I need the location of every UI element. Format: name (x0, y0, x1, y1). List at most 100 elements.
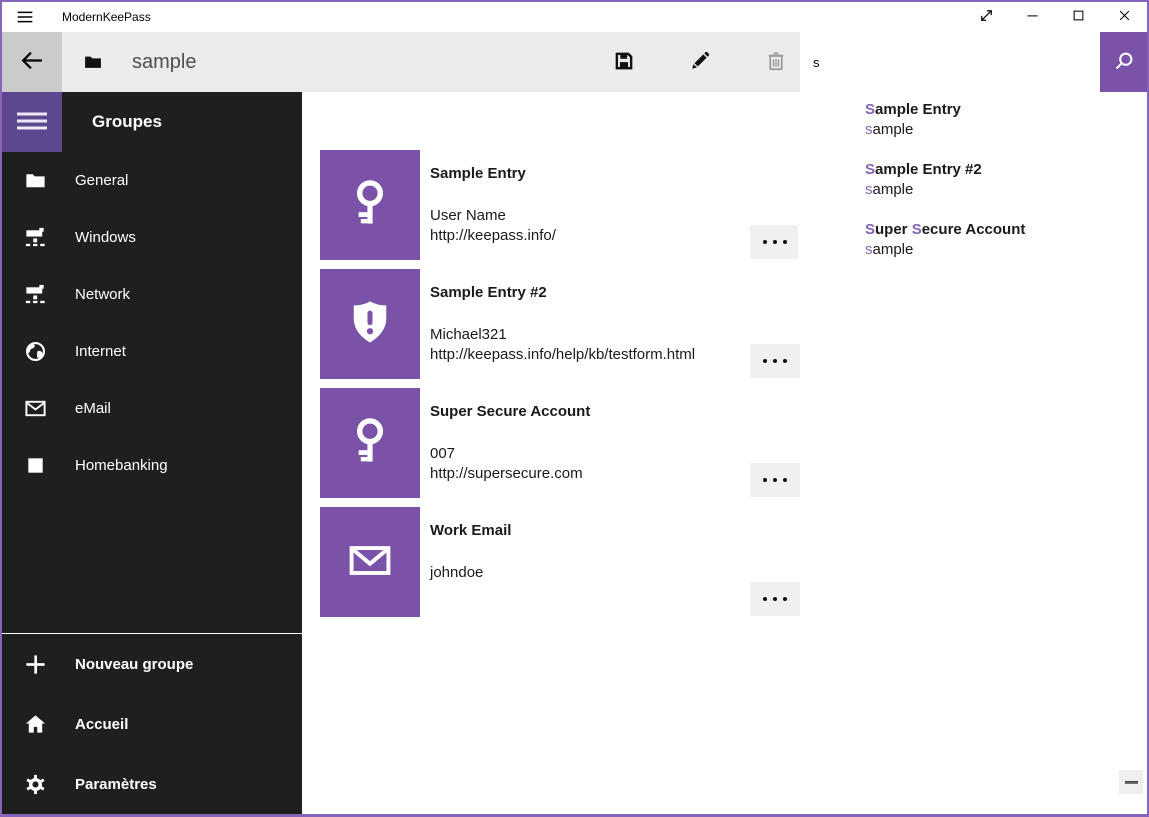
more-dot (773, 240, 777, 244)
search-input[interactable] (800, 32, 1100, 92)
entry-line: 007 (430, 444, 590, 464)
entry-title: Work Email (430, 521, 511, 541)
suggestion-subtitle-part: ample (873, 241, 914, 258)
entry-info: Work Email johndoe (430, 507, 511, 617)
suggestion-title-part: ecure Account (922, 221, 1026, 238)
suggestion-title-part: S (865, 161, 875, 178)
envelope-icon (24, 397, 47, 420)
sidebar-item-label: eMail (75, 400, 111, 417)
entry-line: http://keepass.info/help/kb/testform.htm… (430, 345, 695, 365)
semantic-zoom-out-button[interactable] (1119, 770, 1143, 794)
sidebar-item-label: Windows (75, 229, 136, 246)
entry-title: Super Secure Account (430, 402, 590, 422)
network-icon (24, 283, 47, 306)
entry-title: Sample Entry #2 (430, 283, 695, 303)
titlebar: ModernKeePass (2, 2, 1147, 32)
maximize-icon (1069, 6, 1088, 28)
entry-line: johndoe (430, 563, 511, 583)
minimize-icon (1023, 6, 1042, 28)
suggestion-title-part: S (912, 221, 922, 238)
entry-row-super-secure-account[interactable]: Super Secure Account 007http://supersecur… (320, 388, 820, 498)
globe-icon (24, 340, 47, 363)
entry-more-button[interactable] (750, 225, 800, 259)
entry-line: http://supersecure.com (430, 464, 590, 484)
sidebar-item-nouveau-groupe[interactable]: Nouveau groupe (2, 634, 302, 694)
delete-button[interactable] (752, 32, 800, 92)
suggestion-title: Sample Entry #2 (865, 160, 1137, 180)
suggestion-subtitle-part: ample (873, 121, 914, 138)
suggestion-title-part: S (865, 101, 875, 118)
titlebar-hamburger-icon[interactable] (2, 2, 48, 32)
back-button[interactable] (2, 32, 62, 92)
groups-list: General Windows Network Internet eMail Homeba… (2, 152, 302, 494)
save-button[interactable] (600, 32, 648, 92)
entry-lines: Michael321http://keepass.info/help/kb/te… (430, 325, 695, 365)
entry-row-sample-entry[interactable]: Sample Entry User Namehttp://keepass.info… (320, 150, 820, 260)
sidebar-item-general[interactable]: General (2, 152, 302, 209)
trash-icon (765, 50, 787, 75)
suggestion-title-part: ample Entry #2 (875, 161, 982, 178)
app-title: ModernKeePass (62, 10, 151, 24)
entry-lines: User Namehttp://keepass.info/ (430, 206, 556, 246)
sidebar-item-email[interactable]: eMail (2, 380, 302, 437)
search-button[interactable] (1100, 32, 1147, 92)
suggestion-subtitle-part: s (865, 241, 873, 258)
sidebar-item-accueil[interactable]: Accueil (2, 694, 302, 754)
envelope-tile-icon (344, 534, 396, 591)
suggestion-subtitle: sample (865, 180, 1137, 200)
more-dot (773, 478, 777, 482)
pane-hamburger-button[interactable] (2, 92, 62, 152)
back-arrow-icon (20, 48, 45, 76)
entry-row-work-email[interactable]: Work Email johndoe (320, 507, 820, 617)
entry-more-button[interactable] (750, 582, 800, 616)
search-suggestion[interactable]: Sample Entry #2sample (798, 160, 1147, 220)
sidebar-item-label: Paramètres (75, 776, 157, 793)
close-button[interactable] (1101, 2, 1147, 32)
more-dot (773, 359, 777, 363)
suggestion-subtitle: sample (865, 120, 1137, 140)
minimize-button[interactable] (1009, 2, 1055, 32)
entry-more-button[interactable] (750, 463, 800, 497)
fullscreen-button[interactable] (963, 2, 1009, 32)
suggestion-title-part: uper (875, 221, 912, 238)
minus-icon (1125, 781, 1138, 784)
search-suggestion[interactable]: Sample Entrysample (798, 100, 1147, 160)
fullscreen-icon (977, 6, 996, 28)
sidebar-item-network[interactable]: Network (2, 266, 302, 323)
suggestion-title: Super Secure Account (865, 220, 1137, 240)
network-icon (24, 226, 47, 249)
entry-row-sample-entry-2[interactable]: Sample Entry #2 Michael321http://keepass.… (320, 269, 820, 379)
search-suggestion[interactable]: Super Secure Accountsample (798, 220, 1147, 280)
sidebar-item-param-tres[interactable]: Paramètres (2, 754, 302, 814)
suggestion-subtitle-part: s (865, 121, 873, 138)
more-dot (783, 597, 787, 601)
sidebar-item-label: Homebanking (75, 457, 168, 474)
entry-more-button[interactable] (750, 344, 800, 378)
sidebar-item-label: Internet (75, 343, 126, 360)
entry-info: Sample Entry User Namehttp://keepass.info… (430, 150, 556, 260)
key-icon (344, 177, 396, 234)
hamburger-icon (17, 109, 47, 136)
sidebar-item-internet[interactable]: Internet (2, 323, 302, 380)
more-dot (783, 478, 787, 482)
sidebar-item-windows[interactable]: Windows (2, 209, 302, 266)
entry-tile (320, 150, 420, 260)
maximize-button[interactable] (1055, 2, 1101, 32)
entry-tile (320, 388, 420, 498)
more-dot (763, 478, 767, 482)
more-dot (783, 240, 787, 244)
plus-icon (24, 653, 47, 676)
sidebar-item-label: General (75, 172, 128, 189)
pencil-icon (689, 50, 711, 75)
edit-button[interactable] (676, 32, 724, 92)
entry-title: Sample Entry (430, 164, 556, 184)
window-controls (963, 2, 1147, 32)
entry-lines: johndoe (430, 563, 511, 583)
search-suggestions-popup: Sample EntrysampleSample Entry #2sampleS… (798, 92, 1147, 286)
more-dot (763, 240, 767, 244)
suggestion-title-part: S (865, 221, 875, 238)
key-icon (344, 415, 396, 472)
entry-tile (320, 269, 420, 379)
sidebar-item-label: Nouveau groupe (75, 656, 193, 673)
sidebar-item-homebanking[interactable]: Homebanking (2, 437, 302, 494)
